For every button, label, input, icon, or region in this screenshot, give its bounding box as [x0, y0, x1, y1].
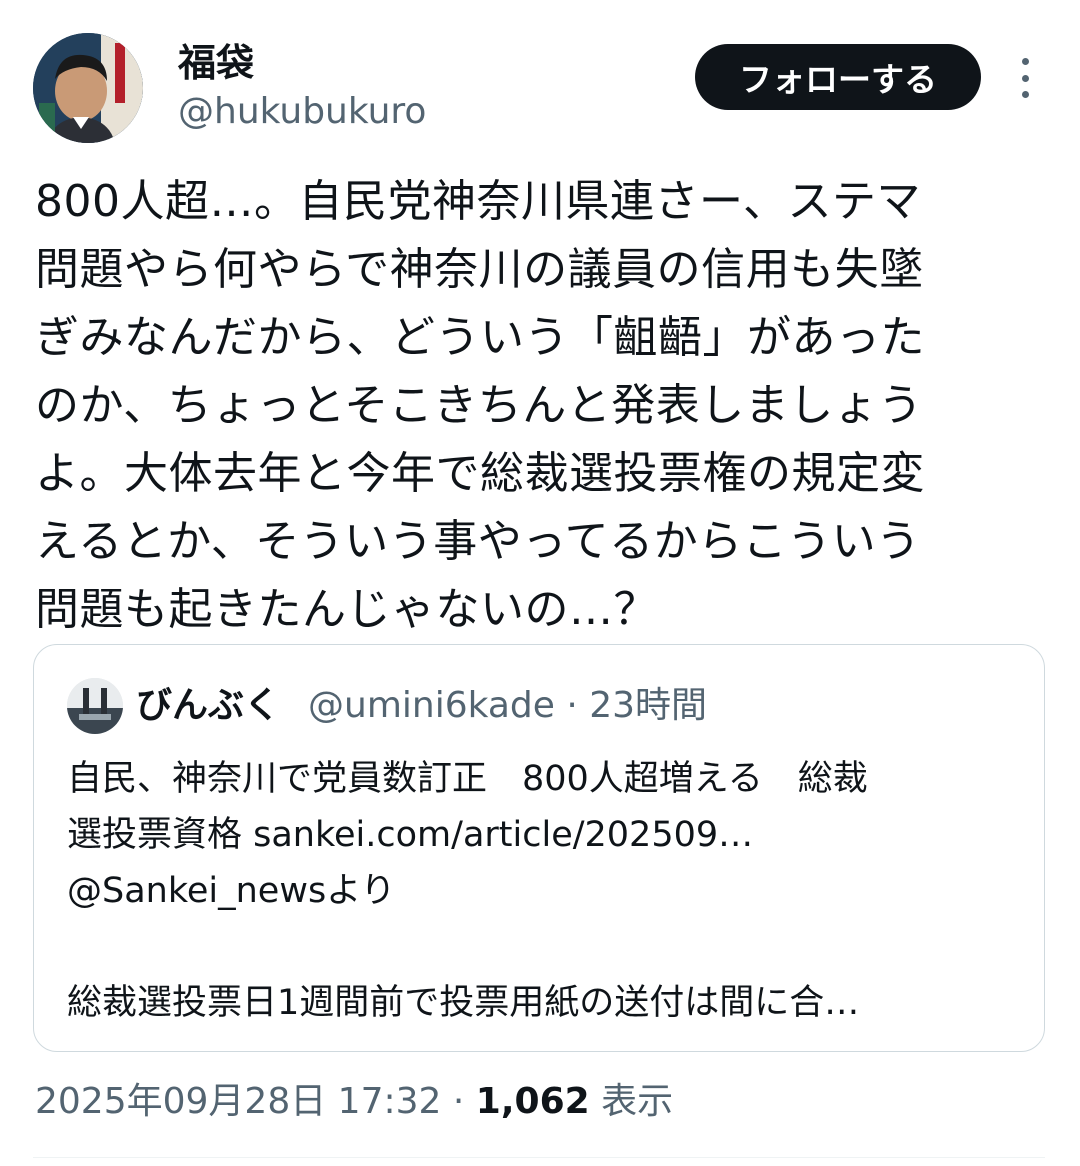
- quoted-avatar-image: [67, 678, 123, 734]
- author-display-name[interactable]: 福袋: [178, 40, 254, 86]
- more-dot: [1021, 58, 1029, 65]
- tweet-text-line: えるとか、そういう事やってるからこういう: [35, 516, 921, 567]
- quoted-text-line: [67, 919, 1017, 975]
- divider: [33, 1157, 1045, 1158]
- more-horizontal-icon[interactable]: [1008, 58, 1042, 98]
- more-dot: [1021, 91, 1029, 98]
- tweet-text: 800人超…。自民党神奈川県連さー、ステマ 問題やら何やらで神奈川の議員の信用も…: [35, 168, 1045, 644]
- tweet-header: 福袋 @hukubukuro フォローする: [0, 0, 1080, 160]
- quoted-handle-line: @umini6kade · 23時間: [308, 683, 707, 729]
- follow-button[interactable]: フォローする: [695, 44, 981, 110]
- meta-separator: ·: [452, 1081, 465, 1122]
- quoted-text-line: 選投票資格 sankei.com/article/202509…: [67, 815, 754, 855]
- tweet-text-line: よ。大体去年と今年で総裁選投票権の規定変: [35, 448, 925, 499]
- tweet-text-line: 問題も起きたんじゃないの…？: [35, 584, 658, 635]
- quoted-author-avatar[interactable]: [67, 678, 123, 734]
- tweet-timestamp[interactable]: 2025年09月28日 17:32: [35, 1081, 441, 1122]
- author-avatar[interactable]: [33, 33, 143, 143]
- quoted-display-name[interactable]: びんぶく: [136, 683, 280, 729]
- more-dot: [1021, 74, 1029, 82]
- author-avatar-image: [33, 33, 143, 143]
- quoted-text-line: 総裁選投票日1週間前で投票用紙の送付は間に合…: [67, 983, 860, 1023]
- quoted-text: 自民、神奈川で党員数訂正 800人超増える 総裁 選投票資格 sankei.co…: [67, 751, 1017, 1031]
- quoted-handle[interactable]: @umini6kade: [308, 685, 555, 726]
- quoted-time[interactable]: 23時間: [589, 685, 707, 726]
- tweet-text-line: のか、ちょっとそこきちんと発表しましょう: [35, 380, 923, 431]
- author-handle[interactable]: @hukubukuro: [178, 90, 426, 134]
- views-count: 1,062: [475, 1081, 590, 1122]
- tweet-meta: 2025年09月28日 17:32 · 1,062 表示: [35, 1076, 673, 1128]
- quoted-separator: ·: [566, 685, 578, 726]
- tweet-text-line: ぎみなんだから、どういう「齟齬」があった: [35, 312, 925, 363]
- quoted-text-line: 自民、神奈川で党員数訂正 800人超増える 総裁: [67, 759, 868, 799]
- tweet-text-line: 800人超…。自民党神奈川県連さー、ステマ: [35, 176, 922, 227]
- quoted-text-line: @Sankei_newsより: [67, 871, 396, 911]
- views-label: 表示: [601, 1081, 674, 1122]
- quoted-tweet-card[interactable]: びんぶく @umini6kade · 23時間 自民、神奈川で党員数訂正 800…: [33, 644, 1045, 1052]
- tweet-text-line: 問題やら何やらで神奈川の議員の信用も失墜: [35, 244, 924, 295]
